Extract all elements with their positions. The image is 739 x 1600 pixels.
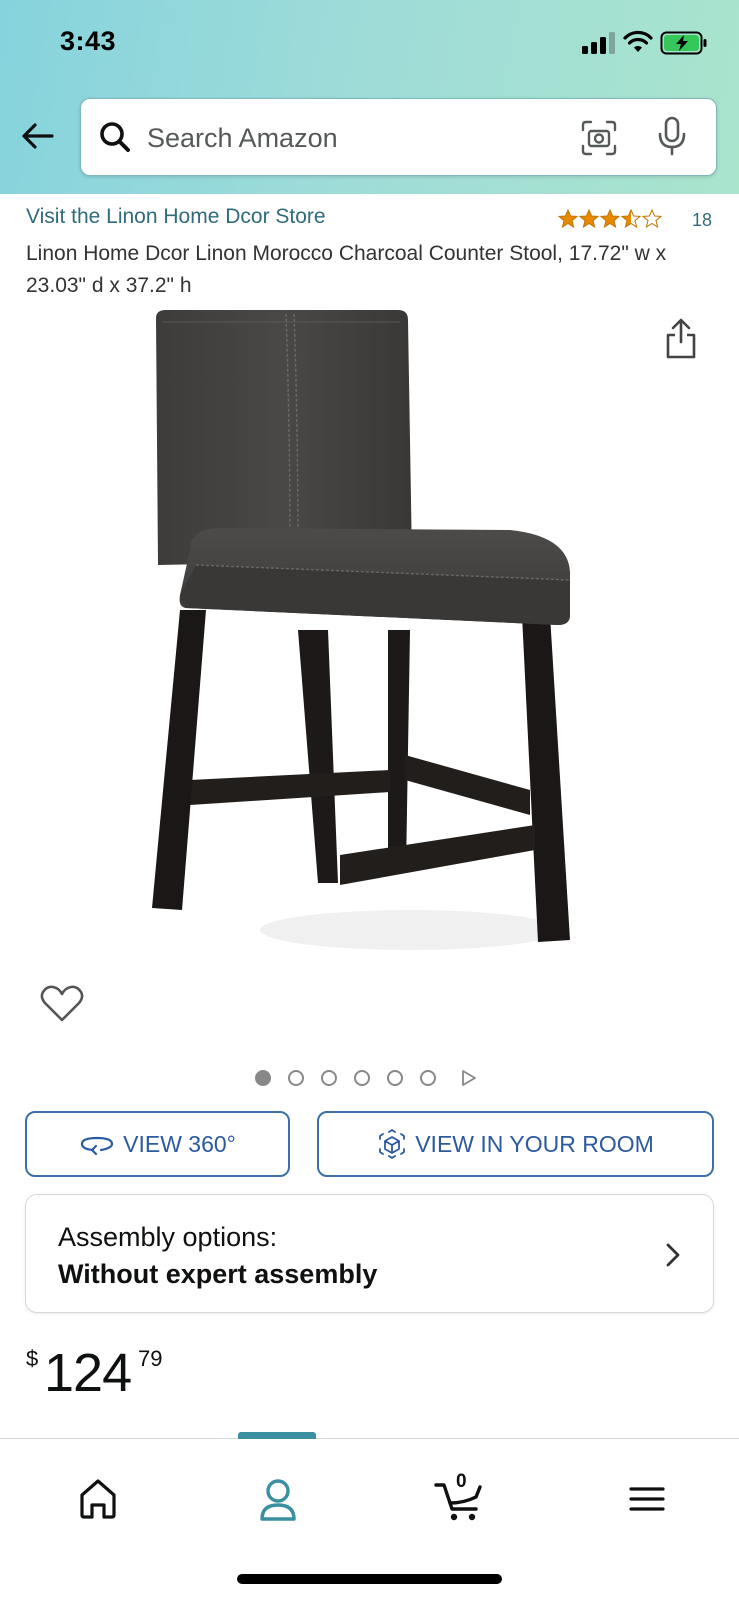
search-input[interactable]: Search Amazon: [80, 98, 717, 176]
view-in-room-label: VIEW IN YOUR ROOM: [415, 1130, 654, 1157]
pagination-dot[interactable]: [420, 1070, 436, 1086]
status-time: 3:43: [60, 26, 117, 56]
person-icon[interactable]: [248, 1469, 308, 1529]
price-currency-symbol: $: [26, 1346, 39, 1371]
cart-button[interactable]: 0: [432, 1469, 492, 1529]
hamburger-menu-icon[interactable]: [617, 1469, 677, 1529]
rating-count[interactable]: 18: [692, 210, 712, 231]
rating-stars-icon[interactable]: [558, 209, 664, 229]
assembly-options-label: Assembly options:: [58, 1222, 278, 1252]
microphone-icon[interactable]: [655, 116, 689, 158]
search-placeholder: Search Amazon: [147, 123, 338, 153]
product-image[interactable]: [150, 310, 590, 990]
pagination-dot[interactable]: [354, 1070, 370, 1086]
pagination-dot[interactable]: [288, 1070, 304, 1086]
pagination-dot[interactable]: [321, 1070, 337, 1086]
home-indicator: [237, 1574, 502, 1584]
view-360-button[interactable]: VIEW 360°: [25, 1111, 290, 1177]
search-icon: [100, 122, 130, 152]
price-whole: 124: [44, 1343, 132, 1403]
header: 3:43 Search Amazon: [0, 0, 739, 194]
view-360-label: VIEW 360°: [123, 1130, 236, 1157]
pagination-dot[interactable]: [255, 1070, 271, 1086]
view-in-room-button[interactable]: VIEW IN YOUR ROOM: [317, 1111, 714, 1177]
pagination-dot[interactable]: [387, 1070, 403, 1086]
assembly-options-card[interactable]: Assembly options: Without expert assembl…: [25, 1194, 714, 1313]
camera-scan-icon[interactable]: [580, 119, 618, 157]
cellular-signal-icon: [582, 32, 616, 54]
nav-active-indicator: [238, 1432, 316, 1439]
chevron-right-icon: [666, 1243, 680, 1267]
store-link[interactable]: Visit the Linon Home Dcor Store: [26, 205, 326, 229]
home-icon[interactable]: [68, 1469, 128, 1529]
price-fraction: 79: [138, 1346, 163, 1371]
video-play-icon[interactable]: [461, 1069, 477, 1087]
product-title: Linon Home Dcor Linon Morocco Charcoal C…: [26, 242, 667, 297]
wifi-icon: [623, 30, 653, 52]
assembly-options-value: Without expert assembly: [58, 1259, 378, 1289]
image-pagination[interactable]: [255, 1068, 485, 1088]
heart-icon[interactable]: [40, 984, 84, 1024]
ar-cube-icon: [379, 1129, 406, 1159]
rotate-360-icon: [81, 1136, 114, 1155]
back-arrow-icon[interactable]: [20, 118, 56, 154]
share-icon[interactable]: [664, 318, 698, 360]
battery-charging-icon: [660, 31, 707, 55]
cart-count: 0: [456, 1471, 467, 1492]
